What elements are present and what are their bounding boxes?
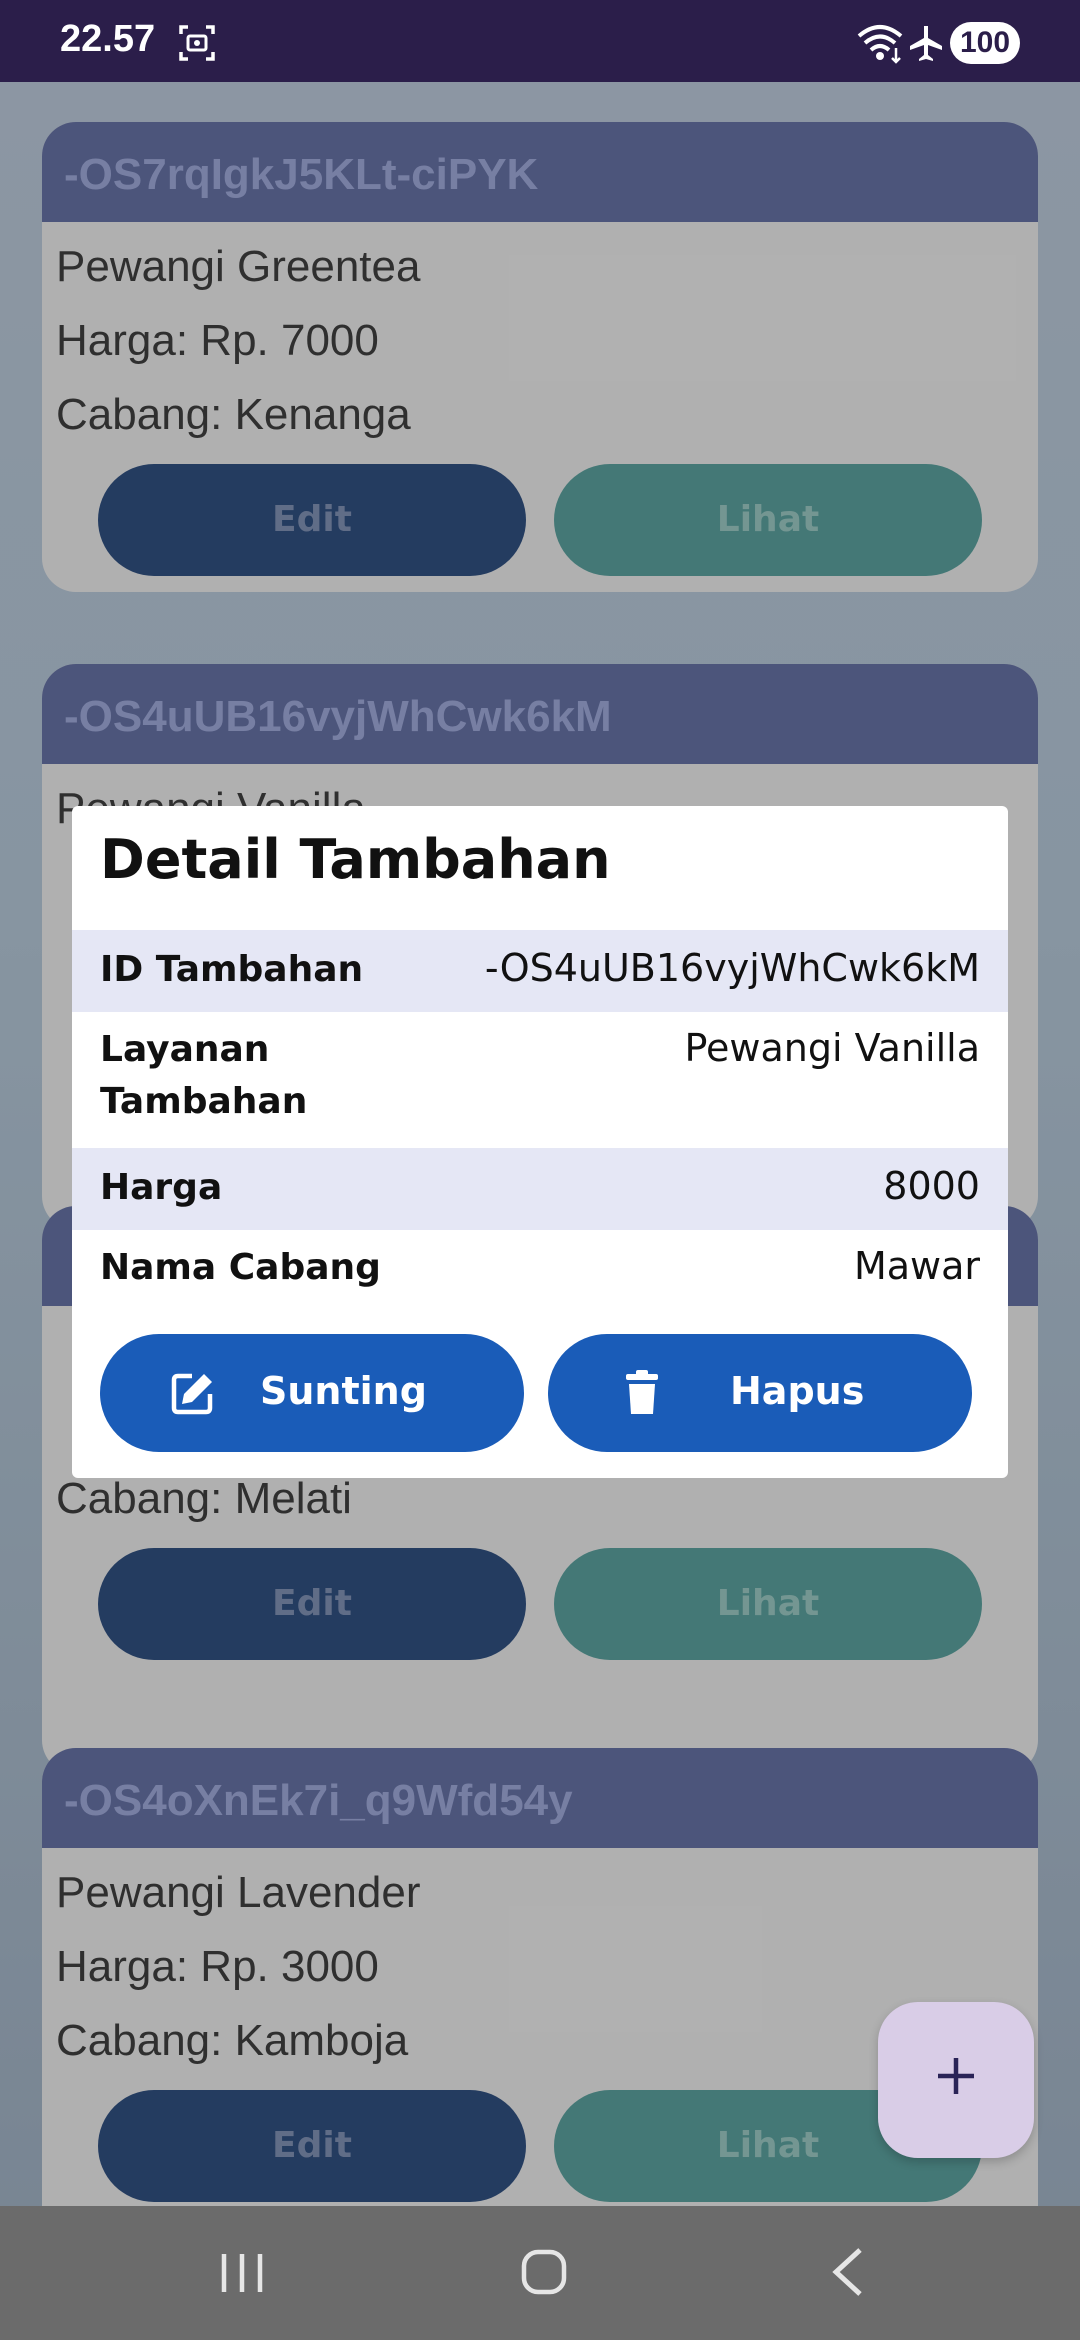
detail-label: Layanan Tambahan xyxy=(100,1029,308,1122)
screenshot-icon xyxy=(179,25,215,61)
detail-value: -OS4uUB16vyjWhCwk6kM xyxy=(484,946,980,990)
detail-row-service: Layanan Tambahan Pewangi Vanilla xyxy=(72,1012,1008,1148)
home-icon[interactable] xyxy=(520,2246,568,2298)
sunting-label: Sunting xyxy=(260,1369,427,1413)
detail-value: Pewangi Vanilla xyxy=(684,1026,980,1070)
status-bar: 22.57 100 xyxy=(0,0,1080,82)
detail-row-price: Harga 8000 xyxy=(72,1148,1008,1230)
hapus-label: Hapus xyxy=(730,1369,865,1413)
wifi-icon xyxy=(857,25,903,64)
dialog-title: Detail Tambahan xyxy=(100,828,611,891)
status-time: 22.57 xyxy=(60,18,156,60)
add-fab-button[interactable] xyxy=(878,2002,1034,2158)
detail-label: ID Tambahan xyxy=(100,949,364,990)
detail-value: Mawar xyxy=(853,1244,980,1288)
detail-row-branch: Nama Cabang Mawar xyxy=(72,1230,1008,1312)
back-icon[interactable] xyxy=(828,2246,868,2298)
trash-icon xyxy=(626,1370,658,1414)
detail-label: Harga xyxy=(100,1167,223,1208)
sunting-button[interactable]: Sunting xyxy=(100,1334,524,1452)
plus-icon xyxy=(938,2058,974,2094)
hapus-button[interactable]: Hapus xyxy=(548,1334,972,1452)
detail-value: 8000 xyxy=(883,1164,980,1208)
edit-icon xyxy=(171,1373,213,1415)
battery-indicator: 100 xyxy=(950,22,1020,64)
detail-label: Nama Cabang xyxy=(100,1247,381,1288)
recents-icon[interactable] xyxy=(218,2250,266,2296)
system-nav-bar xyxy=(0,2206,1080,2340)
detail-dialog: Detail Tambahan ID Tambahan -OS4uUB16vyj… xyxy=(72,806,1008,1478)
detail-row-id: ID Tambahan -OS4uUB16vyjWhCwk6kM xyxy=(72,930,1008,1012)
airplane-mode-icon xyxy=(910,26,942,61)
